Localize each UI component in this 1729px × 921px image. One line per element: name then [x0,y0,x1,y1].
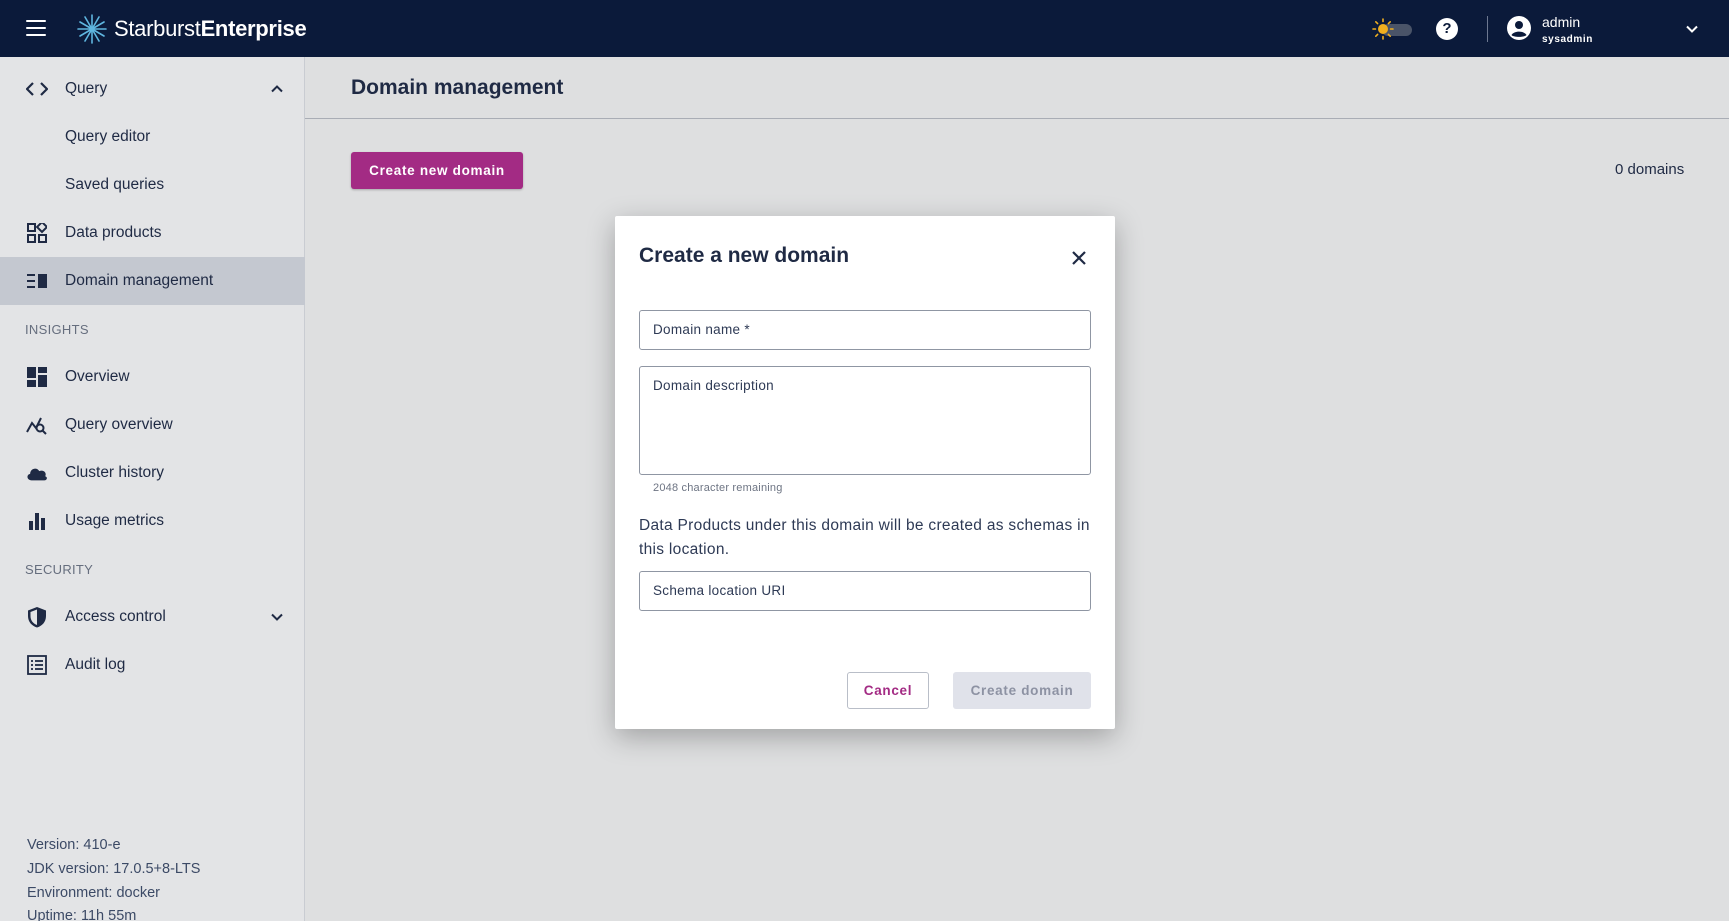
sidebar-item-data-products[interactable]: Data products [0,209,305,257]
uptime-text: Uptime: 11h 55m [27,908,137,921]
sidebar-item-label: Query overview [65,416,173,433]
starburst-logo[interactable]: StarburstEnterprise [76,13,307,45]
bar-chart-icon [26,510,48,532]
domain-description-placeholder: Domain description [653,378,774,393]
domain-name-input[interactable]: Domain name * [639,310,1091,350]
page-title: Domain management [351,76,564,99]
schema-location-uri-placeholder: Schema location URI [653,583,786,598]
query-insights-icon [26,414,48,436]
dialog-title: Create a new domain [639,244,850,267]
environment-text: Environment: docker [27,885,160,901]
char-remaining-hint: 2048 character remaining [653,482,783,494]
jdk-version-text: JDK version: 17.0.5+8-LTS [27,861,201,877]
code-brackets-icon [26,78,48,100]
dashboard-icon [26,366,48,388]
domain-management-icon [26,270,48,292]
sidebar-item-label: Query editor [65,128,151,145]
sidebar-item-query[interactable]: Query [0,65,305,113]
version-text: Version: 410-e [27,837,121,853]
sidebar-section-insights: INSIGHTS [25,322,89,337]
domain-name-placeholder: Domain name * [653,322,750,337]
chevron-down-icon[interactable] [1685,22,1699,36]
data-products-icon [26,222,48,244]
user-name[interactable]: admin [1542,14,1580,30]
chevron-down-icon[interactable] [270,610,284,624]
list-icon [26,654,48,676]
sidebar-section-security: SECURITY [25,562,94,577]
logo-brand-text: Starburst [114,16,201,41]
hamburger-menu-icon[interactable] [26,20,46,36]
account-circle-icon[interactable] [1507,16,1531,40]
sidebar-item-label: Usage metrics [65,512,165,529]
sidebar: Query Query editor Saved queries Data pr… [0,57,305,921]
create-domain-dialog: Create a new domain Domain name * Domain… [615,216,1115,729]
sidebar-item-access-control[interactable]: Access control [0,593,305,641]
cancel-button[interactable]: Cancel [847,672,929,709]
close-icon[interactable] [1070,249,1088,267]
chevron-up-icon[interactable] [270,82,284,96]
sidebar-item-label: Domain management [65,272,214,289]
sidebar-item-usage-metrics[interactable]: Usage metrics [0,497,305,545]
create-new-domain-button[interactable]: Create new domain [351,152,523,189]
schema-location-uri-input[interactable]: Schema location URI [639,571,1091,611]
header-divider [305,118,1729,119]
schema-location-note: Data Products under this domain will be … [639,517,1090,558]
domain-description-textarea[interactable]: Domain description [639,366,1091,475]
sidebar-item-domain-management[interactable]: Domain management [0,257,305,305]
sidebar-item-overview[interactable]: Overview [0,353,305,401]
theme-toggle[interactable] [1372,18,1414,40]
sidebar-item-label: Audit log [65,656,126,673]
sidebar-item-cluster-history[interactable]: Cluster history [0,449,305,497]
sidebar-item-label: Data products [65,224,162,241]
logo-product-text: Enterprise [200,16,307,41]
domain-count: 0 domains [1615,161,1685,178]
user-role: sysadmin [1542,34,1593,45]
sun-icon [1372,18,1394,40]
sidebar-item-audit-log[interactable]: Audit log [0,641,305,689]
shield-icon [26,606,48,628]
help-icon[interactable]: ? [1436,18,1458,40]
sidebar-item-label: Access control [65,608,166,625]
cloud-icon [26,462,48,484]
sidebar-item-label: Query [65,80,108,97]
starburst-burst-icon [77,14,107,44]
logo-text: StarburstEnterprise [114,16,307,42]
sidebar-item-saved-queries[interactable]: Saved queries [0,161,305,209]
create-domain-button[interactable]: Create domain [953,672,1091,709]
sidebar-item-query-editor[interactable]: Query editor [0,113,305,161]
sidebar-item-query-overview[interactable]: Query overview [0,401,305,449]
sidebar-item-label: Saved queries [65,176,165,193]
sidebar-item-label: Cluster history [65,464,165,481]
topbar-divider [1487,16,1488,42]
sidebar-item-label: Overview [65,368,130,385]
top-app-bar: StarburstEnterprise ? admin sysadmin [0,0,1729,57]
